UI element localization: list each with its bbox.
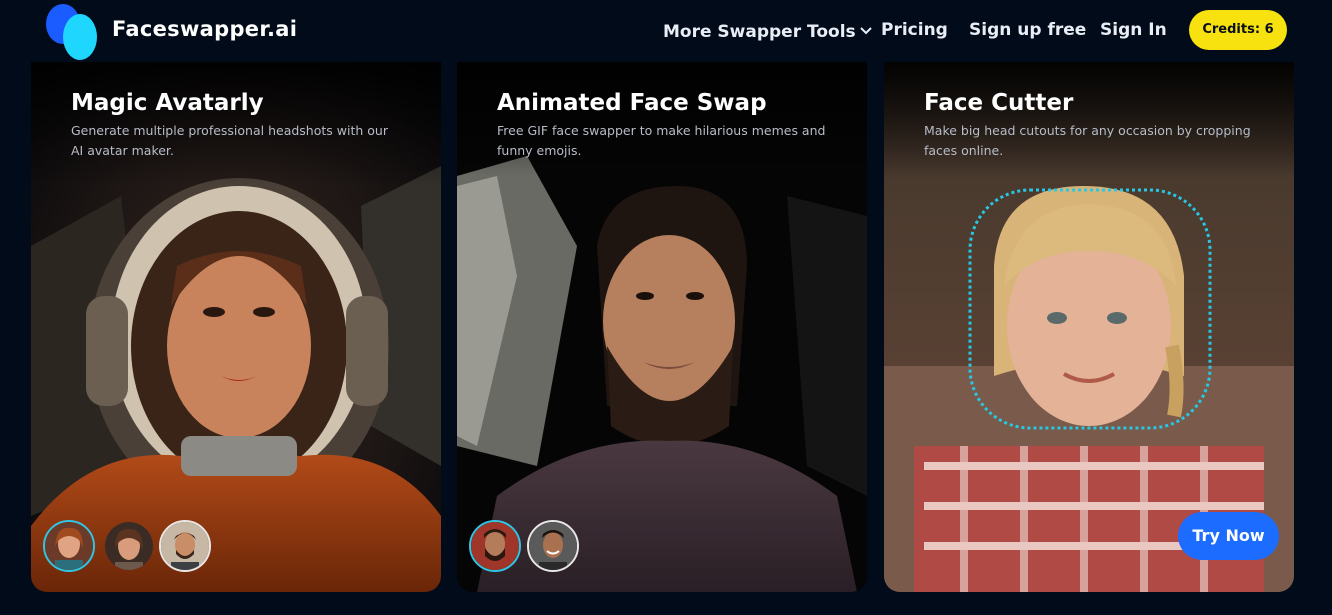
credits-badge[interactable]: Credits: 6 xyxy=(1189,10,1287,50)
card-animated-face-swap[interactable]: Animated Face Swap Free GIF face swapper… xyxy=(457,46,867,592)
logo-icon[interactable] xyxy=(46,4,98,60)
pricing-link[interactable]: Pricing xyxy=(881,20,948,40)
card-title: Magic Avatarly xyxy=(71,90,264,116)
avatar-thumbnail-smiling-man[interactable] xyxy=(527,520,579,572)
avatar-thumbnail-woman[interactable] xyxy=(43,520,95,572)
top-navbar: Faceswapper.ai More Swapper Tools Pricin… xyxy=(0,0,1332,62)
card-description: Free GIF face swapper to make hilarious … xyxy=(497,123,826,158)
avatar-thumbnail-man[interactable] xyxy=(159,520,211,572)
card-title: Animated Face Swap xyxy=(497,90,767,116)
brand-name[interactable]: Faceswapper.ai xyxy=(112,17,297,41)
card-description: Generate multiple professional headshots… xyxy=(71,123,388,158)
chevron-down-icon xyxy=(859,20,872,40)
try-now-button[interactable]: Try Now xyxy=(1178,512,1279,560)
avatar-thumbnail-woman-2[interactable] xyxy=(103,520,155,572)
card-description: Make big head cutouts for any occasion b… xyxy=(924,123,1251,158)
signin-link[interactable]: Sign In xyxy=(1100,20,1167,40)
avatar-thumbnail-bearded-man[interactable] xyxy=(469,520,521,572)
card-title: Face Cutter xyxy=(924,90,1074,116)
signup-link[interactable]: Sign up free xyxy=(969,20,1086,40)
more-tools-label: More Swapper Tools xyxy=(663,22,856,42)
card-face-cutter[interactable]: Face Cutter Make big head cutouts for an… xyxy=(884,46,1294,592)
more-swapper-tools-menu[interactable]: More Swapper Tools xyxy=(663,20,872,42)
card-magic-avatarly[interactable]: Magic Avatarly Generate multiple profess… xyxy=(31,46,441,592)
